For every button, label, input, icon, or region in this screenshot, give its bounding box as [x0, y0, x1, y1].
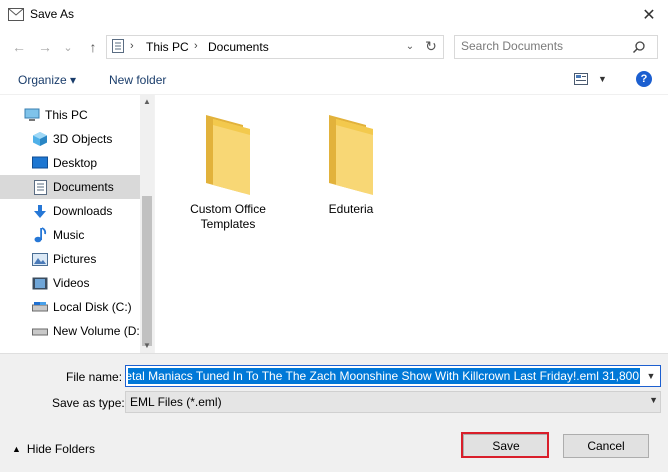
sidebar-item-label: Videos — [53, 276, 90, 290]
sidebar-item-label: Music — [53, 228, 85, 242]
new-folder-button[interactable]: New folder — [109, 73, 166, 87]
pc-icon — [24, 107, 40, 123]
breadcrumb-separator: › — [130, 40, 134, 52]
sidebar-item-label: Downloads — [53, 204, 113, 218]
file-name-field[interactable]: 31,800 Metal Maniacs Tuned In To The The… — [125, 365, 661, 387]
pictures-icon — [32, 251, 48, 267]
view-options-icon[interactable] — [574, 73, 588, 85]
sidebar-item-downloads[interactable]: Downloads — [0, 199, 140, 223]
chevron-up-icon: ▲ — [12, 444, 21, 454]
sidebar-item-pictures[interactable]: Pictures — [0, 247, 140, 271]
folder-item[interactable]: Custom Office Templates — [173, 113, 283, 232]
folder-label: Eduteria — [328, 202, 374, 216]
breadcrumb-documents[interactable]: Documents — [208, 40, 269, 54]
sidebar-scrollbar-thumb[interactable] — [142, 196, 152, 346]
search-input[interactable] — [461, 36, 631, 56]
recent-locations-icon[interactable]: ⌄ — [62, 38, 74, 56]
hide-folders-label: Hide Folders — [26, 442, 95, 456]
sidebar-item-this-pc[interactable]: This PC — [0, 103, 140, 127]
sidebar-item-label: This PC — [45, 108, 88, 122]
refresh-icon[interactable]: ↻ — [422, 37, 440, 55]
cancel-button[interactable]: Cancel — [563, 434, 649, 458]
help-icon[interactable]: ? — [636, 71, 652, 87]
download-icon — [32, 203, 48, 219]
address-dropdown-icon[interactable]: ⌄ — [404, 40, 416, 52]
sidebar-item-label: Desktop — [53, 156, 98, 170]
breadcrumb-separator: › — [194, 40, 198, 52]
view-dropdown-icon[interactable]: ▼ — [598, 74, 607, 84]
back-arrow-icon[interactable]: ← — [10, 38, 28, 56]
organize-button[interactable]: Organize ▾ — [18, 73, 76, 87]
navigation-pane[interactable]: This PC 3D Objects Desktop Documents Dow… — [0, 95, 154, 353]
chevron-down-icon[interactable]: ▼ — [649, 395, 658, 405]
folder-label: Custom Office Templates — [190, 202, 266, 231]
file-name-label: File name: — [66, 370, 123, 384]
desktop-icon — [32, 155, 48, 171]
command-toolbar — [0, 64, 668, 95]
save-type-label: Save as type: — [52, 396, 125, 410]
sidebar-item-label: Pictures — [53, 252, 97, 266]
envelope-icon — [8, 8, 24, 21]
documents-location-icon — [112, 39, 124, 53]
sidebar-item-videos[interactable]: Videos — [0, 271, 140, 295]
file-list-area[interactable]: Custom Office Templates Eduteria — [154, 95, 668, 353]
video-icon — [32, 275, 48, 291]
search-box[interactable] — [454, 35, 658, 59]
sidebar-item-label: New Volume (D: — [53, 324, 140, 338]
sidebar-item-documents[interactable]: Documents — [0, 175, 140, 199]
file-name-input[interactable]: 31,800 Metal Maniacs Tuned In To The The… — [128, 368, 640, 384]
sidebar-item-label: Local Disk (C:) — [53, 300, 132, 314]
up-arrow-icon[interactable]: ↑ — [84, 38, 102, 56]
folder-icon — [329, 115, 373, 195]
sidebar-item-label: Documents — [53, 180, 114, 194]
sidebar-item-music[interactable]: Music — [0, 223, 140, 247]
sidebar-item-local-disk-c[interactable]: Local Disk (C:) — [0, 295, 140, 319]
scroll-up-icon[interactable]: ▲ — [141, 96, 153, 106]
drive-icon — [32, 323, 48, 339]
hide-folders-button[interactable]: ▲ Hide Folders — [12, 442, 95, 456]
folder-icon — [206, 115, 250, 195]
search-icon[interactable] — [632, 40, 646, 54]
save-type-select[interactable]: EML Files (*.eml) ▼ — [125, 391, 661, 413]
save-button-highlight — [461, 432, 549, 458]
sidebar-item-new-volume-d[interactable]: New Volume (D: — [0, 319, 140, 343]
save-type-value: EML Files (*.eml) — [130, 395, 222, 409]
close-button[interactable]: ✕ — [636, 3, 662, 27]
breadcrumb-this-pc[interactable]: This PC — [146, 40, 189, 54]
chevron-down-icon[interactable]: ▼ — [643, 367, 659, 385]
title-bar — [0, 0, 668, 30]
sidebar-item-3d-objects[interactable]: 3D Objects — [0, 127, 140, 151]
sidebar-item-label: 3D Objects — [53, 132, 113, 146]
scroll-down-icon[interactable]: ▼ — [141, 340, 153, 350]
window-title: Save As — [30, 7, 75, 21]
forward-arrow-icon[interactable]: → — [36, 38, 54, 56]
drive-icon — [32, 299, 48, 315]
music-icon — [32, 227, 48, 243]
cube-icon — [32, 131, 48, 147]
folder-item[interactable]: Eduteria — [296, 113, 406, 217]
document-icon — [32, 179, 48, 195]
sidebar-item-desktop[interactable]: Desktop — [0, 151, 140, 175]
